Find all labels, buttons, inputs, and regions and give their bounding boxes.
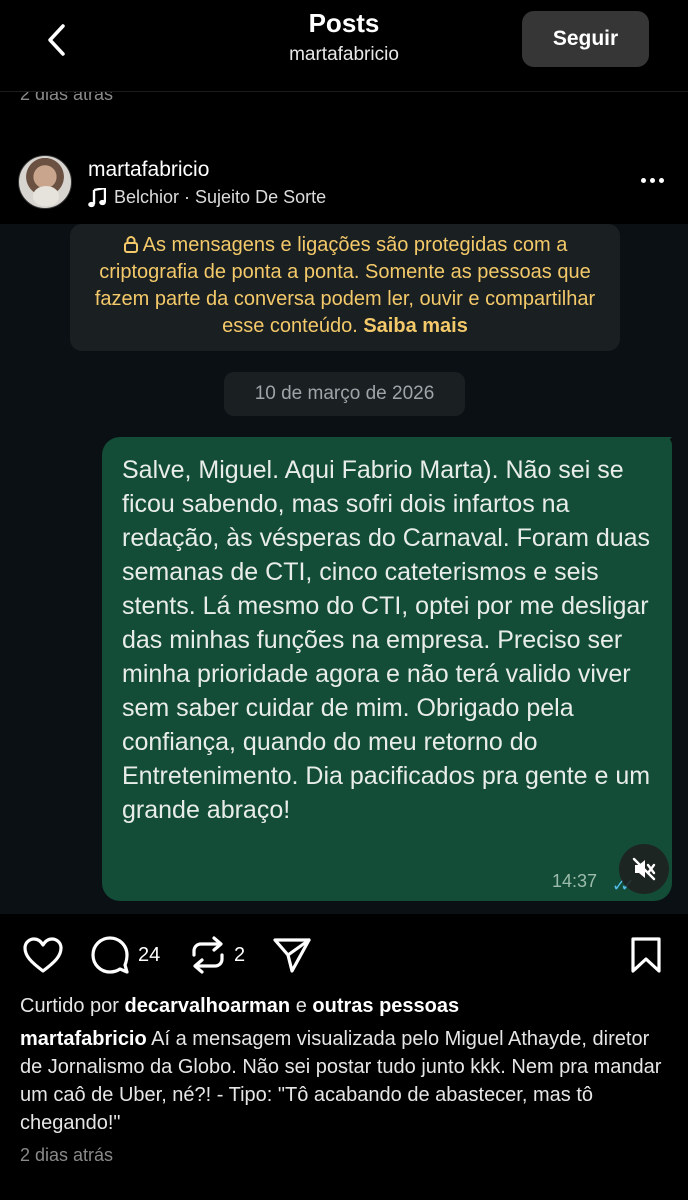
repost-button[interactable]: 2: [190, 933, 245, 977]
post-time: 2 dias atrás: [20, 1145, 114, 1165]
repost-count: 2: [234, 943, 246, 966]
save-button[interactable]: [630, 933, 662, 977]
liked-by-user[interactable]: decarvalhoarman: [125, 995, 291, 1017]
music-attribution[interactable]: Belchior · Sujeito De Sorte: [88, 187, 326, 208]
message-time: 14:37: [552, 871, 598, 891]
share-icon: [273, 938, 311, 973]
caption-username[interactable]: martafabricio: [20, 1028, 147, 1050]
message-text: Salve, Miguel. Aqui Fabrio Marta). Não s…: [122, 456, 651, 824]
more-icon[interactable]: [636, 168, 668, 192]
bookmark-icon: [631, 937, 661, 973]
mute-icon: [632, 857, 656, 881]
like-button[interactable]: [22, 933, 64, 977]
likes-connector: e: [295, 995, 307, 1017]
share-button[interactable]: [272, 933, 312, 977]
learn-more-link[interactable]: Saiba mais: [363, 315, 468, 337]
action-bar: 24 2: [0, 925, 688, 985]
avatar[interactable]: [18, 155, 72, 209]
likes-others[interactable]: outras pessoas: [312, 995, 459, 1017]
music-label: Belchior · Sujeito De Sorte: [114, 187, 327, 207]
encryption-notice-text: As mensagens e ligações são protegidas c…: [94, 234, 596, 337]
mute-button[interactable]: [619, 844, 669, 894]
top-bar: Posts martafabricio Seguir: [0, 0, 688, 92]
comment-button[interactable]: 24: [90, 933, 160, 977]
encryption-notice: As mensagens e ligações são protegidas c…: [70, 224, 620, 351]
caption: martafabricio Aí a mensagem visualizada …: [20, 1025, 670, 1137]
comment-icon: [91, 936, 129, 974]
likes-line: Curtido por decarvalhoarman e outras pes…: [20, 995, 459, 1018]
repost-icon: [192, 936, 224, 974]
comment-count: 24: [138, 943, 161, 966]
music-note-icon: [88, 187, 106, 207]
likes-prefix: Curtido por: [20, 995, 119, 1017]
post-header: martafabricio Belchior · Sujeito De Sort…: [0, 140, 688, 224]
heart-icon: [23, 937, 63, 973]
follow-button[interactable]: Seguir: [522, 11, 649, 67]
date-separator: 10 de março de 2026: [224, 372, 465, 416]
post-username[interactable]: martafabricio: [88, 158, 209, 182]
post-image[interactable]: As mensagens e ligações são protegidas c…: [0, 224, 688, 914]
message-bubble: Salve, Miguel. Aqui Fabrio Marta). Não s…: [102, 437, 672, 901]
lock-icon: [123, 236, 138, 253]
